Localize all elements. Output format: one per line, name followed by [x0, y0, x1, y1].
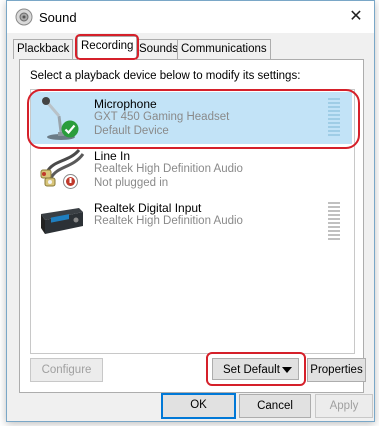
highlight-annotation: [27, 89, 360, 149]
tab-recording[interactable]: Recording: [75, 34, 140, 60]
device-description: Realtek High Definition Audio: [94, 163, 243, 175]
cancel-button[interactable]: Cancel: [239, 394, 311, 418]
device-description: Realtek High Definition Audio: [94, 215, 243, 227]
device-name: Realtek Digital Input: [94, 201, 202, 215]
line-in-cable-icon: [39, 148, 85, 194]
recording-panel: Select a playback device below to modify…: [19, 59, 366, 393]
level-meter: [328, 202, 340, 242]
tab-playback[interactable]: Plackback: [13, 39, 74, 59]
device-name: Line In: [94, 149, 131, 163]
close-button[interactable]: ✕: [344, 5, 368, 29]
device-status: Not plugged in: [94, 177, 169, 189]
digital-input-device-icon: [39, 200, 85, 246]
tab-label: Sounds: [139, 43, 179, 55]
title-bar: Sound ✕: [7, 1, 374, 33]
tab-sounds[interactable]: Sounds: [135, 39, 183, 59]
device-list: Microphone GXT 450 Gaming Headset Defaul…: [27, 89, 360, 354]
tab-communications[interactable]: Communications: [177, 39, 271, 59]
ok-button[interactable]: OK: [161, 393, 236, 419]
unplugged-icon: [63, 174, 78, 189]
tab-label: Plackback: [17, 43, 70, 55]
device-microphone[interactable]: Microphone GXT 450 Gaming Headset Defaul…: [27, 89, 360, 149]
speaker-icon: [15, 8, 33, 26]
apply-button[interactable]: Apply: [315, 394, 373, 418]
device-line-in[interactable]: Line In Realtek High Definition Audio No…: [31, 144, 352, 196]
instruction-text: Select a playback device below to modify…: [30, 70, 301, 82]
highlight-annotation: [75, 34, 140, 60]
configure-button[interactable]: Configure: [30, 358, 103, 382]
sound-dialog: Sound ✕ Plackback Recording Sounds Commu…: [6, 0, 375, 422]
tab-label: Communications: [181, 43, 267, 55]
highlight-annotation: [206, 352, 306, 386]
window-title: Sound: [39, 10, 77, 25]
device-digital-input[interactable]: Realtek Digital Input Realtek High Defin…: [31, 196, 352, 248]
properties-button[interactable]: Properties: [307, 358, 366, 382]
